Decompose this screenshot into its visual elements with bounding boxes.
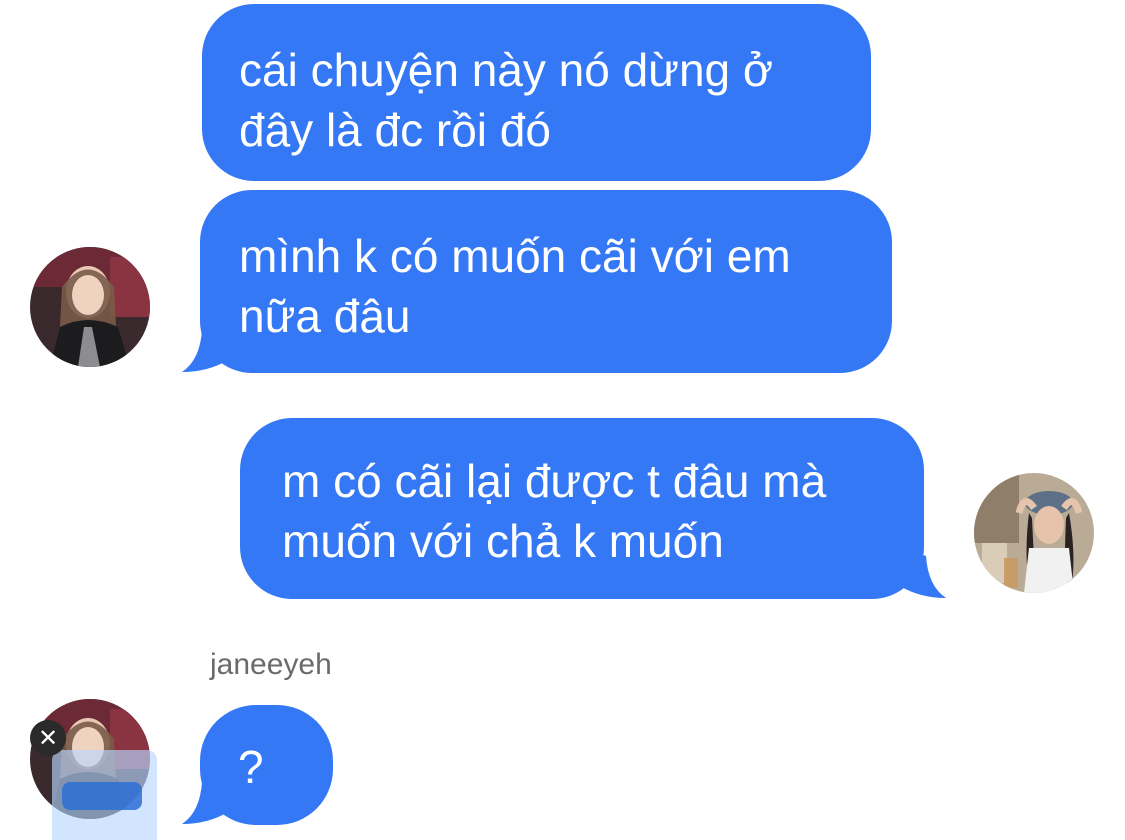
message-text-line: mình k có muốn cãi với em bbox=[239, 230, 791, 282]
message-text-line: đây là đc rồi đó bbox=[239, 104, 551, 156]
avatar-left-user[interactable] bbox=[30, 247, 150, 367]
sender-name-label: janeeyeh bbox=[210, 648, 332, 681]
message-bubble[interactable]: m có cãi lại được t đâu mà muốn với chả … bbox=[240, 418, 924, 599]
message-text-line: muốn với chả k muốn bbox=[282, 515, 724, 567]
message-text-line: nữa đâu bbox=[239, 290, 411, 342]
message-bubble[interactable]: ? bbox=[200, 705, 333, 825]
pip-content bbox=[62, 782, 142, 810]
message-text-line: ? bbox=[238, 741, 264, 793]
pip-overlay[interactable] bbox=[52, 750, 157, 840]
message-bubble[interactable]: cái chuyện này nó dừng ở đây là đc rồi đ… bbox=[202, 4, 871, 181]
message-text-line: cái chuyện này nó dừng ở bbox=[239, 44, 774, 96]
message-text-line: m có cãi lại được t đâu mà bbox=[282, 455, 827, 507]
close-icon[interactable]: ✕ bbox=[30, 720, 66, 756]
avatar-right-user[interactable] bbox=[974, 473, 1094, 593]
message-bubble[interactable]: mình k có muốn cãi với em nữa đâu bbox=[200, 190, 892, 373]
